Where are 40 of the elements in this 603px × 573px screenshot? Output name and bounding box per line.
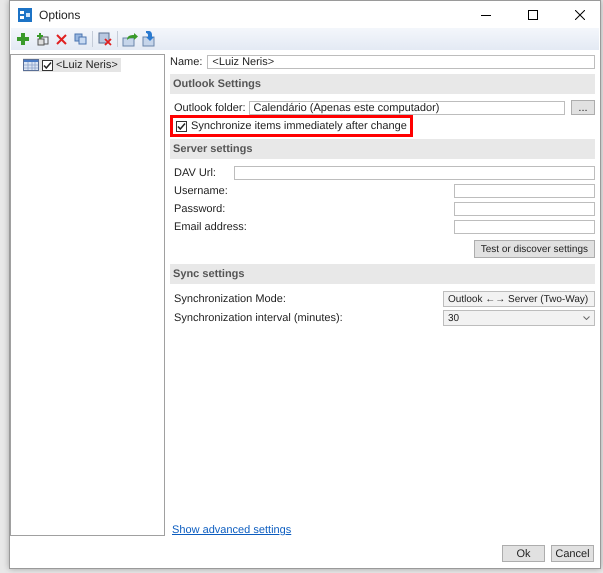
field-label: Name: — [170, 56, 202, 68]
dropdown[interactable]: 30 — [443, 310, 595, 326]
section-header: Server settings — [170, 139, 595, 159]
name-field[interactable]: <Luiz Neris> — [207, 55, 595, 69]
field-label: Synchronization interval (minutes): — [174, 312, 343, 324]
calendar-icon — [23, 59, 39, 71]
tree-item-label: <Luiz Neris> — [56, 59, 118, 71]
import-icon[interactable] — [141, 30, 157, 48]
field-label: Username: — [174, 185, 229, 197]
section-header: Sync settings — [170, 264, 595, 284]
field-label: Outlook folder: — [174, 102, 246, 114]
maximize-icon — [528, 10, 538, 20]
input-field[interactable] — [234, 166, 595, 180]
input-field[interactable] — [454, 202, 595, 216]
checkbox-label: Synchronize items immediately after change — [191, 120, 407, 132]
dialog-button[interactable]: Ok — [502, 545, 545, 562]
clear-icon[interactable] — [97, 30, 113, 48]
dialog-button[interactable]: Cancel — [551, 545, 594, 562]
advanced-settings-link[interactable]: Show advanced settings — [172, 524, 292, 536]
input-field[interactable] — [454, 220, 595, 234]
browse-button[interactable]: ... — [571, 100, 595, 115]
input-field[interactable] — [454, 184, 595, 198]
test-settings-button[interactable]: Test or discover settings — [474, 240, 595, 258]
field-label: DAV Url: — [174, 167, 217, 179]
export-icon[interactable] — [122, 30, 138, 48]
window-title: Options — [39, 8, 82, 22]
add-copy-icon[interactable] — [34, 30, 50, 48]
field-label: Password: — [174, 203, 226, 215]
folder-field[interactable]: Calendário (Apenas este computador) — [248, 100, 565, 114]
checkbox[interactable] — [42, 60, 53, 70]
field-label: Email address: — [174, 221, 248, 233]
checkbox[interactable] — [176, 120, 187, 132]
close-icon — [575, 10, 585, 20]
dropdown[interactable]: Outlook ←→ Server (Two-Way) — [443, 291, 595, 307]
app-icon — [18, 8, 32, 22]
tree-item[interactable]: <Luiz Neris> — [23, 58, 121, 72]
add-icon[interactable] — [15, 30, 31, 48]
caret-icon — [583, 316, 590, 320]
section-header: Outlook Settings — [170, 74, 595, 94]
field-label: Synchronization Mode: — [174, 293, 286, 305]
